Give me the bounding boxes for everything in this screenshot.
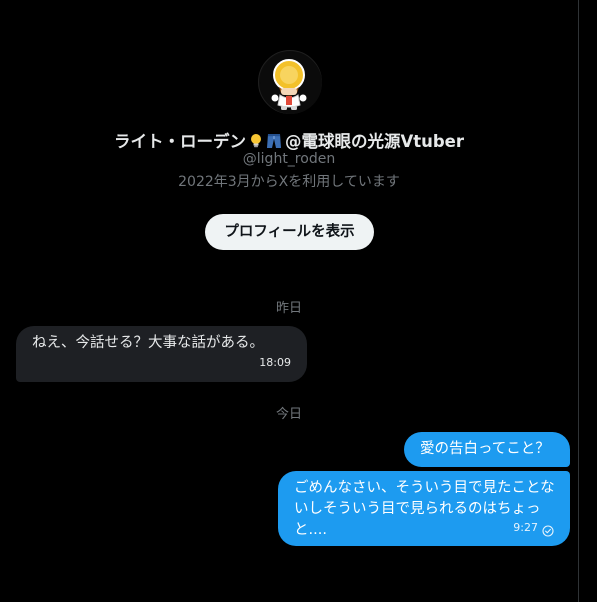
message-bubble-incoming[interactable]: ねえ、今話せる？大事な話がある。 18:09 xyxy=(16,326,307,382)
message-bubble-outgoing[interactable]: 愛の告白ってこと？ xyxy=(404,432,570,467)
message-text: 愛の告白ってこと？ xyxy=(420,441,550,457)
display-name-text: ライト・ローデン xyxy=(113,132,246,151)
profile-display-name[interactable]: ライト・ローデン @電球眼の光源Vtuber xyxy=(0,128,578,152)
date-separator-today: 今日 xyxy=(275,407,302,422)
jeans-icon xyxy=(266,134,281,148)
message-timestamp: 9:27 xyxy=(513,521,538,534)
column-divider xyxy=(578,0,579,602)
read-check-icon xyxy=(542,525,554,537)
lightbulb-icon xyxy=(250,134,261,148)
display-name-suffix: @電球眼の光源Vtuber xyxy=(284,132,465,151)
profile-avatar[interactable] xyxy=(258,50,322,114)
date-separator-yesterday: 昨日 xyxy=(275,301,302,316)
profile-handle: @light_roden xyxy=(242,151,336,167)
message-text: ねえ、今話せる？大事な話がある。 xyxy=(32,335,264,351)
dm-conversation-view: ライト・ローデン @電球眼の光源Vtuber @light_roden 2022… xyxy=(0,0,597,602)
avatar-character-icon xyxy=(260,52,322,114)
view-profile-button[interactable]: プロフィールを表示 xyxy=(205,214,374,250)
profile-joined-date: 2022年3月からXを利用しています xyxy=(178,174,400,190)
message-timestamp: 18:09 xyxy=(259,356,291,369)
message-bubble-outgoing[interactable]: ごめんなさい、そういう目で見たことないしそういう目で見られるのはちょっと....… xyxy=(278,471,570,546)
